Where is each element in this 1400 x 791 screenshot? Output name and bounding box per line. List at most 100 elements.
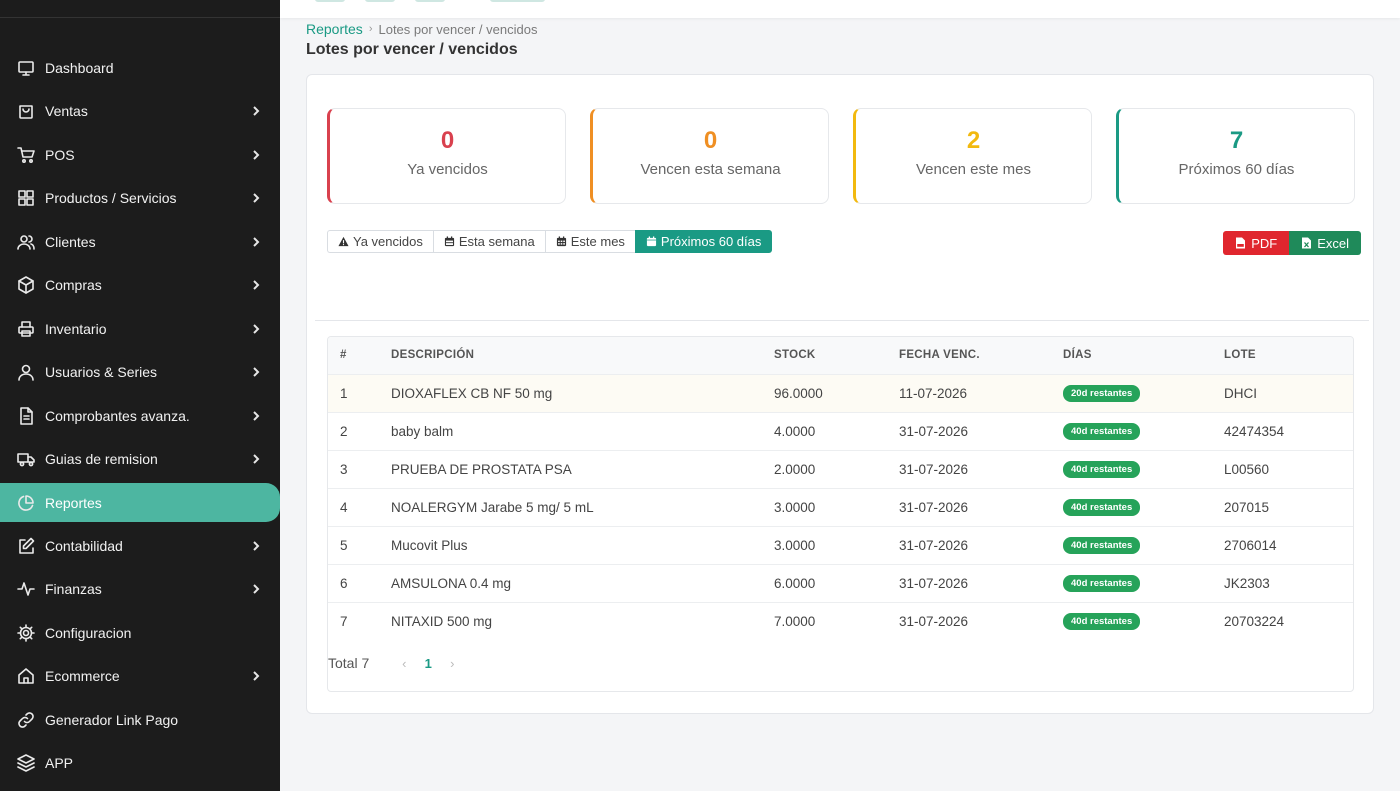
cell-lot: 42474354 xyxy=(1224,423,1285,439)
cell-description: NOALERGYM Jarabe 5 mg/ 5 mL xyxy=(391,499,594,515)
filter-this-month-button[interactable]: Este mes xyxy=(544,230,635,253)
cell-expiry-date: 31-07-2026 xyxy=(899,461,969,477)
next-page-button[interactable]: › xyxy=(443,656,461,671)
header-button[interactable] xyxy=(365,0,395,2)
export-excel-label: Excel xyxy=(1317,235,1349,251)
filter-next-60-days-button[interactable]: Próximos 60 días xyxy=(634,230,773,253)
cell-description: Mucovit Plus xyxy=(391,537,468,553)
cell-description: NITAXID 500 mg xyxy=(391,613,493,629)
sidebar-item-label: Configuracion xyxy=(45,624,132,641)
chevron-right-icon xyxy=(250,192,262,204)
monitor-icon xyxy=(17,59,35,77)
sidebar-item-contabilidad[interactable]: Contabilidad xyxy=(0,524,280,568)
report-card: 0 Ya vencidos 0 Vencen esta semana 2 Ven… xyxy=(306,74,1374,714)
chevron-right-icon xyxy=(250,236,262,248)
sidebar-item-inventario[interactable]: Inventario xyxy=(0,307,280,351)
table-row[interactable]: 6 AMSULONA 0.4 mg 6.0000 31-07-2026 40d rest… xyxy=(328,564,1353,602)
sidebar-item-label: APP xyxy=(45,755,74,772)
sidebar-item-usuarios-series[interactable]: Usuarios & Series xyxy=(0,351,280,395)
column-header-days[interactable]: DÍAS xyxy=(1063,337,1224,374)
sidebar-item-reportes[interactable]: Reportes xyxy=(0,483,280,522)
sidebar-item-app[interactable]: APP xyxy=(0,742,280,786)
column-header-number[interactable]: # xyxy=(328,337,391,374)
sidebar-item-finanzas[interactable]: Finanzas xyxy=(0,568,280,612)
printer-icon xyxy=(17,320,35,338)
column-header-expiry-date[interactable]: FECHA VENC. xyxy=(899,337,1063,374)
divider xyxy=(315,320,1369,321)
sidebar-item-comprobantes-avanza[interactable]: Comprobantes avanza. xyxy=(0,394,280,438)
column-header-description[interactable]: DESCRIPCIÓN xyxy=(391,337,774,374)
stat-value: 2 xyxy=(966,127,981,154)
export-button-group: PDF Excel xyxy=(1223,231,1361,255)
sidebar-item-generador-link-pago[interactable]: Generador Link Pago xyxy=(0,698,280,742)
sidebar-item-pos[interactable]: POS xyxy=(0,133,280,177)
sidebar-item-label: Dashboard xyxy=(45,59,114,76)
cell-number: 3 xyxy=(340,461,348,477)
sidebar-item-label: Comprobantes avanza. xyxy=(45,407,190,424)
sidebar-item-label: Ventas xyxy=(45,103,88,120)
cell-number: 2 xyxy=(340,423,348,439)
page-number-button[interactable]: 1 xyxy=(413,656,443,671)
cell-expiry-date: 31-07-2026 xyxy=(899,499,969,515)
sidebar-item-label: Clientes xyxy=(45,233,96,250)
calendar-icon xyxy=(444,236,455,247)
table-row[interactable]: 5 Mucovit Plus 3.0000 31-07-2026 40d restant… xyxy=(328,526,1353,564)
stats-row: 0 Ya vencidos 0 Vencen esta semana 2 Ven… xyxy=(327,108,1355,204)
sidebar-item-dashboard[interactable]: Dashboard xyxy=(0,46,280,90)
edit-icon xyxy=(17,537,35,555)
filter-expired-button[interactable]: Ya vencidos xyxy=(327,230,433,253)
lots-table-container: # DESCRIPCIÓN STOCK FECHA VENC. DÍAS LOT… xyxy=(327,336,1354,692)
header-button[interactable] xyxy=(315,0,345,2)
cell-days: 40d restantes xyxy=(1063,564,1224,602)
excel-file-icon xyxy=(1301,237,1312,249)
cell-lot: 207015 xyxy=(1224,499,1270,515)
chevron-right-icon xyxy=(250,670,262,682)
layers-icon xyxy=(17,754,35,773)
calendar-grid-icon xyxy=(556,236,567,247)
sidebar-item-label: Compras xyxy=(45,277,102,294)
sidebar-item-ventas[interactable]: Ventas xyxy=(0,90,280,134)
column-header-lot[interactable]: LOTE xyxy=(1224,337,1353,374)
cell-stock: 7.0000 xyxy=(774,613,816,629)
pagination: Total 7 ‹ 1 › xyxy=(328,655,461,671)
stat-value: 0 xyxy=(440,127,455,154)
prev-page-button[interactable]: ‹ xyxy=(395,656,413,671)
cell-stock: 6.0000 xyxy=(774,575,816,591)
cell-expiry-date: 31-07-2026 xyxy=(899,575,969,591)
sidebar-item-label: Contabilidad xyxy=(45,537,123,554)
box-icon xyxy=(17,276,35,295)
days-remaining-badge: 40d restantes xyxy=(1063,499,1141,516)
header-button[interactable] xyxy=(490,0,545,2)
breadcrumb-current: Lotes por vencer / vencidos xyxy=(378,21,538,37)
sidebar-item-compras[interactable]: Compras xyxy=(0,264,280,308)
chevron-right-icon xyxy=(250,540,262,552)
table-row[interactable]: 7 NITAXID 500 mg 7.0000 31-07-2026 40d resta… xyxy=(328,602,1353,640)
sidebar-item-clientes[interactable]: Clientes xyxy=(0,220,280,264)
sidebar-item-label: Ecommerce xyxy=(45,668,120,685)
sidebar-item-label: Guias de remision xyxy=(45,451,158,468)
table-row[interactable]: 1 DIOXAFLEX CB NF 50 mg 96.0000 11-07-2026 2… xyxy=(328,374,1353,412)
export-pdf-button[interactable]: PDF xyxy=(1223,231,1290,255)
table-row[interactable]: 3 PRUEBA DE PROSTATA PSA 2.0000 31-07-2026 4… xyxy=(328,450,1353,488)
cart-icon xyxy=(17,146,35,164)
file-icon xyxy=(17,406,35,425)
sidebar-item-productos-servicios[interactable]: Productos / Servicios xyxy=(0,177,280,221)
sidebar-item-guias-de-remision[interactable]: Guias de remision xyxy=(0,438,280,482)
cell-number: 5 xyxy=(340,537,348,553)
stat-label: Vencen esta semana xyxy=(640,161,781,178)
filter-this-week-button[interactable]: Esta semana xyxy=(432,230,545,253)
header-button[interactable] xyxy=(415,0,445,2)
breadcrumb-link-reportes[interactable]: Reportes xyxy=(306,21,363,37)
column-header-stock[interactable]: STOCK xyxy=(774,337,899,374)
activity-icon xyxy=(17,580,35,598)
shopping-bag-icon xyxy=(17,102,35,120)
table-row[interactable]: 4 NOALERGYM Jarabe 5 mg/ 5 mL 3.0000 31-07-… xyxy=(328,488,1353,526)
sidebar-item-ecommerce[interactable]: Ecommerce xyxy=(0,655,280,699)
stat-value: 0 xyxy=(703,127,718,154)
sidebar-item-configuracion[interactable]: Configuracion xyxy=(0,611,280,655)
table-header-row: # DESCRIPCIÓN STOCK FECHA VENC. DÍAS LOT… xyxy=(328,337,1353,374)
table-row[interactable]: 2 baby balm 4.0000 31-07-2026 40d restantes 4… xyxy=(328,412,1353,450)
export-excel-button[interactable]: Excel xyxy=(1289,231,1361,255)
filter-label: Ya vencidos xyxy=(353,234,423,249)
cell-number: 7 xyxy=(340,613,348,629)
